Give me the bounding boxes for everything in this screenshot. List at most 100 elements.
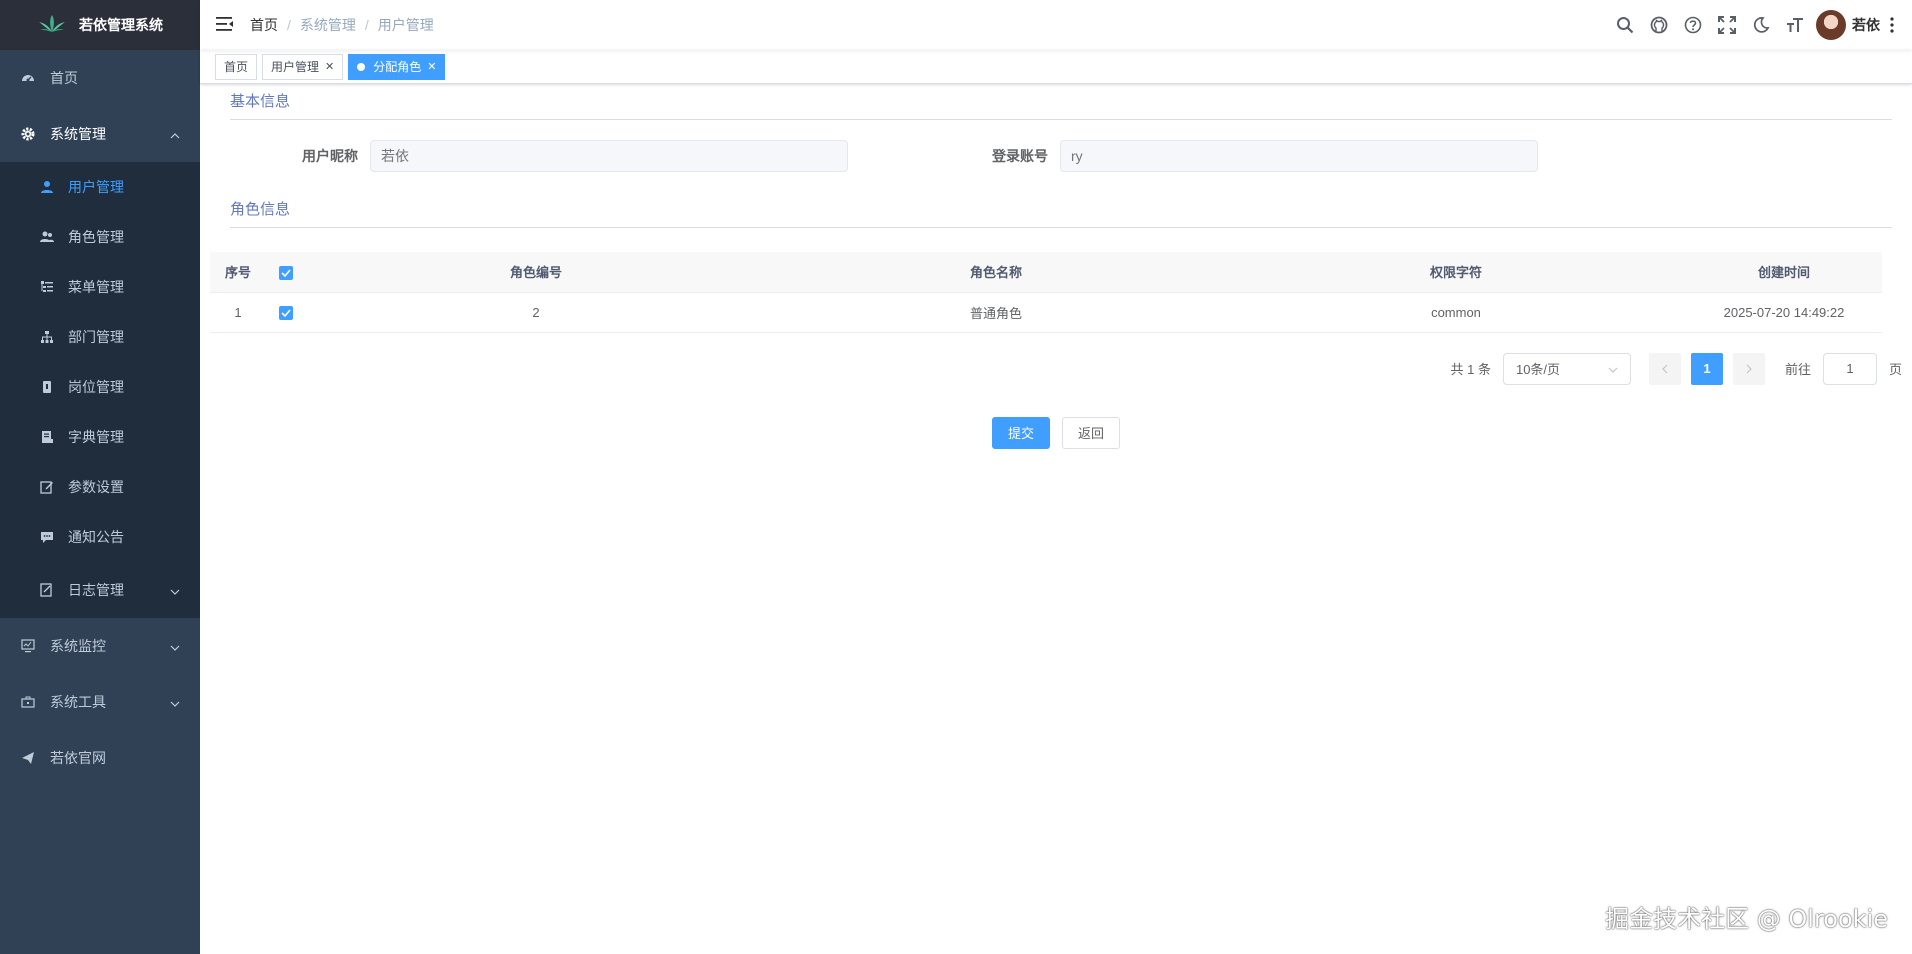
tag-label: 用户管理	[271, 59, 320, 74]
breadcrumb-separator: /	[364, 17, 369, 33]
breadcrumb-system: 系统管理	[299, 17, 356, 33]
sidebar-item-website[interactable]: 若依官网	[0, 730, 200, 786]
tag-users[interactable]: 用户管理 ✕	[262, 53, 344, 80]
sidebar-item-posts[interactable]: 岗位管理	[0, 362, 200, 412]
sidebar-item-logs[interactable]: 日志管理	[0, 562, 200, 618]
sidebar-item-menus[interactable]: 菜单管理	[0, 262, 200, 312]
sidebar-logo[interactable]: 若依管理系统	[0, 0, 200, 50]
peoples-icon	[40, 230, 54, 244]
tree-icon	[40, 330, 54, 344]
sidebar-item-depts[interactable]: 部门管理	[0, 312, 200, 362]
tag-label: 分配角色	[373, 59, 422, 74]
chevron-up-icon	[170, 126, 180, 142]
search-icon[interactable]	[1608, 0, 1642, 50]
nickname-form-item: 用户昵称	[220, 140, 848, 172]
sidebar-item-roles[interactable]: 角色管理	[0, 212, 200, 262]
main-area: 首页 / 系统管理 / 用户管理 若依 首页 用户管理 ✕ 分配角色 ✕ 基本信…	[200, 0, 1912, 954]
sidebar-item-tools[interactable]: 系统工具	[0, 674, 200, 730]
sidebar-item-label: 系统工具	[50, 694, 106, 710]
message-icon	[40, 530, 54, 544]
page-content: 基本信息 用户昵称 登录账号 角色信息 序号	[210, 84, 1902, 449]
guide-icon	[20, 750, 36, 766]
menu-fold-icon	[216, 16, 234, 35]
gear-icon	[20, 126, 36, 142]
breadcrumb: 首页 / 系统管理 / 用户管理	[250, 15, 434, 35]
page-number-button[interactable]: 1	[1690, 352, 1723, 385]
tag-home[interactable]: 首页	[215, 53, 258, 80]
app-title: 若依管理系统	[79, 17, 163, 33]
breadcrumb-users: 用户管理	[377, 17, 434, 33]
avatar	[1816, 10, 1846, 40]
nickname-input[interactable]	[370, 140, 848, 172]
col-role-name: 角色名称	[766, 252, 1226, 293]
sidebar: 若依管理系统 首页 系统管理 用户管理 角色管理 菜单管理 部门管理 岗位管理 …	[0, 0, 200, 954]
table-header-row: 序号 角色编号 角色名称 权限字符 创建时间	[210, 252, 1882, 293]
pagination-total: 共 1 条	[1450, 362, 1491, 377]
font-size-icon[interactable]	[1778, 0, 1812, 50]
close-icon[interactable]: ✕	[325, 55, 334, 79]
breadcrumb-home[interactable]: 首页	[250, 15, 278, 35]
github-icon[interactable]	[1642, 0, 1676, 50]
username: 若依	[1852, 17, 1880, 33]
dashboard-icon	[20, 70, 36, 86]
goto-page-input[interactable]: 1	[1822, 352, 1877, 385]
sidebar-item-params[interactable]: 参数设置	[0, 462, 200, 512]
sidebar-item-users[interactable]: 用户管理	[0, 162, 200, 212]
account-input[interactable]	[1060, 140, 1538, 172]
help-icon[interactable]	[1676, 0, 1710, 50]
pager: 1	[1648, 352, 1765, 385]
sidebar-item-label: 角色管理	[68, 229, 124, 245]
sidebar-item-notices[interactable]: 通知公告	[0, 512, 200, 562]
col-create-time: 创建时间	[1686, 252, 1882, 293]
select-all-checkbox[interactable]	[279, 265, 293, 280]
user-dropdown[interactable]: 若依	[1816, 10, 1880, 40]
logo-icon	[37, 14, 67, 37]
cell-select[interactable]	[266, 292, 306, 333]
sidebar-item-label: 系统管理	[50, 126, 106, 142]
col-index: 序号	[210, 252, 266, 293]
sidebar-item-label: 字典管理	[68, 429, 124, 445]
edit-icon	[40, 480, 54, 494]
chevron-down-icon	[170, 582, 180, 598]
sidebar-item-label: 菜单管理	[68, 279, 124, 295]
cell-role-name: 普通角色	[766, 292, 1226, 333]
log-icon	[40, 583, 54, 597]
more-vertical-icon[interactable]	[1882, 0, 1902, 50]
col-role-key: 权限字符	[1226, 252, 1686, 293]
role-info-title: 角色信息	[230, 192, 1892, 228]
table-row[interactable]: 1 2 普通角色 common 2025-07-20 14:49:22	[210, 292, 1882, 333]
roles-table: 序号 角色编号 角色名称 权限字符 创建时间 1 2 普通角色 common 2…	[210, 252, 1882, 333]
tags-view: 首页 用户管理 ✕ 分配角色 ✕	[200, 50, 1912, 84]
fullscreen-icon[interactable]	[1710, 0, 1744, 50]
back-button[interactable]: 返回	[1062, 416, 1121, 449]
user-icon	[40, 180, 54, 194]
pagination: 共 1 条 10条/页 1 前往 1 页	[220, 333, 1902, 405]
sidebar-item-label: 通知公告	[68, 529, 124, 545]
watermark: 掘金技术社区 @ Olrookie	[1605, 905, 1888, 933]
close-icon[interactable]: ✕	[427, 55, 436, 79]
active-dot-icon	[357, 62, 366, 71]
submit-button[interactable]: 提交	[991, 416, 1050, 449]
col-select-all[interactable]	[266, 252, 306, 293]
hamburger-button[interactable]	[200, 0, 250, 50]
moon-icon[interactable]	[1744, 0, 1778, 50]
next-page-button[interactable]	[1732, 352, 1765, 385]
sidebar-item-monitor[interactable]: 系统监控	[0, 618, 200, 674]
right-menu: 若依	[1608, 0, 1902, 50]
sidebar-item-label: 首页	[50, 70, 78, 86]
account-label: 登录账号	[992, 148, 1048, 164]
row-checkbox[interactable]	[279, 305, 293, 320]
sidebar-item-label: 用户管理	[68, 179, 124, 195]
prev-page-button[interactable]	[1648, 352, 1681, 385]
tag-assign-role[interactable]: 分配角色 ✕	[348, 53, 446, 80]
cell-index: 1	[210, 292, 266, 333]
sidebar-item-system[interactable]: 系统管理	[0, 106, 200, 162]
page-size-select[interactable]: 10条/页	[1502, 352, 1631, 385]
system-submenu: 用户管理 角色管理 菜单管理 部门管理 岗位管理 字典管理 参数设置 通知公告 …	[0, 162, 200, 618]
sidebar-item-label: 系统监控	[50, 638, 106, 654]
sidebar-item-dicts[interactable]: 字典管理	[0, 412, 200, 462]
chevron-down-icon	[170, 694, 180, 710]
page-unit-label: 页	[1888, 362, 1902, 377]
sidebar-item-home[interactable]: 首页	[0, 50, 200, 106]
breadcrumb-separator: /	[287, 17, 291, 33]
